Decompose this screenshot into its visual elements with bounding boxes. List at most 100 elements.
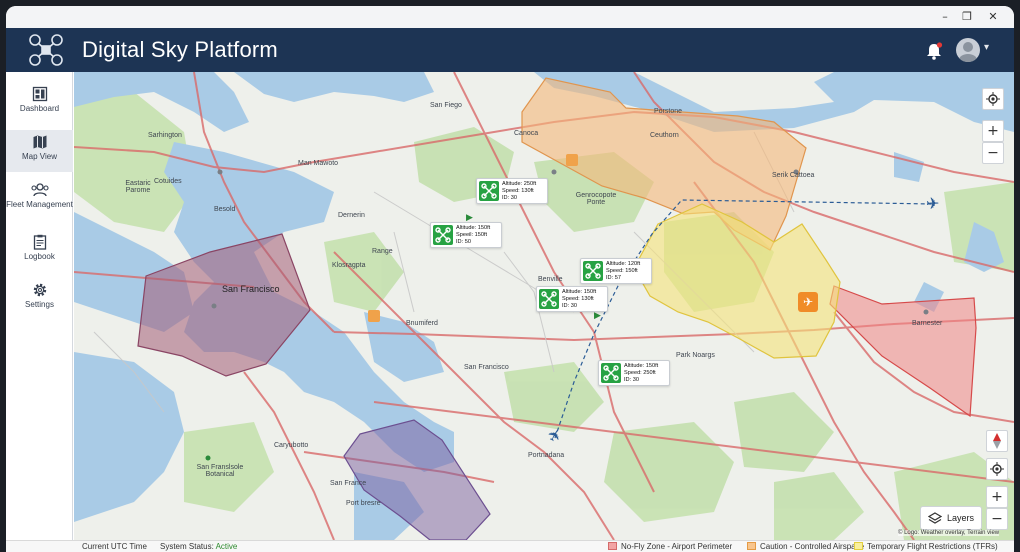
airport-marker-icon[interactable]	[368, 310, 380, 322]
airport-marker-icon[interactable]	[566, 154, 578, 166]
map-label: Canoca	[514, 130, 539, 137]
drone-id: ID: 30	[502, 195, 517, 201]
compass-button[interactable]	[986, 430, 1008, 452]
map-label: Eastaric Parome	[125, 180, 151, 194]
sidebar-item-label: Logbook	[24, 252, 55, 261]
drone-speed: Speed: 250ft	[624, 370, 656, 376]
map-label: Man Mawoto	[298, 160, 339, 167]
user-avatar[interactable]	[956, 38, 980, 62]
zoom-in-button[interactable]: +	[986, 486, 1008, 508]
drone-icon	[583, 261, 603, 281]
fleet-icon	[30, 183, 49, 197]
legend-label: No-Fly Zone - Airport Perimeter	[621, 542, 733, 551]
compass-icon	[993, 433, 1001, 449]
sidebar-item-map-view[interactable]: Map View	[6, 130, 73, 172]
recenter-button[interactable]	[986, 458, 1008, 480]
locate-button[interactable]	[982, 88, 1004, 110]
legend-label: Caution - Controlled Airspace	[760, 542, 865, 551]
legend-tfr: Temporary Flight Restrictions (TFRs)	[854, 542, 998, 551]
map-label: San Francisco	[464, 364, 509, 371]
map-label: Dernerin	[338, 212, 365, 219]
user-icon	[959, 42, 977, 62]
drone-speed: Speeil: 150ft	[456, 232, 488, 238]
map-label: Klosragpta	[332, 262, 366, 269]
drone-speed: Speed: 130ft	[562, 296, 594, 302]
zoom-in-button[interactable]: +	[982, 120, 1004, 142]
crosshair-icon	[986, 92, 1000, 106]
sidebar-item-label: Fleet Management	[6, 200, 73, 209]
sidebar: Dashboard Map View Fleet Management Logb…	[6, 72, 73, 540]
map-icon	[33, 135, 46, 149]
status-bar: Current UTC Time System Status: Active N…	[6, 540, 1014, 552]
close-button[interactable]: ✕	[982, 8, 1004, 26]
map-label: San Franslsole Botanical	[196, 464, 244, 478]
current-utc-time-label: Current UTC Time	[82, 542, 147, 551]
system-status: System Status: Active	[160, 542, 237, 551]
sidebar-item-settings[interactable]: Settings	[6, 278, 73, 320]
maximize-button[interactable]: ❐	[956, 8, 978, 26]
app-title: Digital Sky Platform	[82, 37, 278, 62]
app-header: Digital Sky Platform ▾	[6, 28, 1014, 72]
legend-swatch	[854, 542, 863, 550]
drone-id: ID: 57	[606, 275, 621, 281]
drone-altitude: Altitude: 120ft	[606, 261, 641, 267]
drone-telemetry-card[interactable]: Altitude: 150ft Speed: 250ft ID: 30	[598, 360, 670, 386]
map-label: Bnumiferd	[406, 320, 438, 327]
map-view[interactable]: ✈ ✈ ✈ ▶ ▶ San Fiego Porstone Canoca Ceut…	[74, 72, 1014, 540]
legend-caution: Caution - Controlled Airspace	[747, 542, 864, 551]
map-label: Range	[372, 248, 393, 255]
layers-button[interactable]: Layers	[920, 506, 982, 530]
drone-icon	[539, 289, 559, 309]
sidebar-item-label: Map View	[22, 152, 57, 161]
map-label: Serik Cattoea	[772, 172, 815, 179]
drone-logo-icon	[29, 34, 63, 66]
drone-id: ID: 50	[456, 239, 471, 245]
drone-icon	[433, 225, 453, 245]
drone-speed: Speed: 150ft	[606, 268, 638, 274]
drone-telemetry-card[interactable]: Altitude: 250ft Speed: 130ft ID: 30	[476, 178, 548, 204]
zoom-out-button[interactable]: −	[982, 142, 1004, 164]
airport-marker-icon[interactable]: ✈	[798, 292, 818, 312]
legend-swatch	[608, 542, 617, 550]
dashboard-icon	[32, 86, 47, 102]
drone-altitude: Altitude: 150ft	[624, 363, 659, 369]
map-label: Park Noargs	[676, 352, 715, 359]
map-label: Sarhington	[148, 132, 182, 139]
drone-telemetry-card[interactable]: Altitude: 150ft Speeil: 150ft ID: 50	[430, 222, 502, 248]
logbook-icon	[33, 234, 46, 250]
sidebar-item-fleet-management[interactable]: Fleet Management	[6, 178, 73, 224]
map-label: Genrocopote Ponte	[575, 192, 617, 206]
drone-telemetry-card[interactable]: Altitude: 150ft Speed: 130ft ID: 30	[536, 286, 608, 312]
map-label: Barnester	[912, 320, 943, 327]
map-label: Besold	[214, 206, 236, 213]
map-label: San France	[330, 480, 367, 487]
drone-speed: Speed: 130ft	[502, 188, 534, 194]
map-label: San Fiego	[430, 102, 462, 109]
sidebar-item-label: Dashboard	[19, 104, 60, 113]
map-label: Port bresre	[346, 500, 381, 507]
layers-label: Layers	[947, 513, 975, 523]
window-title-bar: – ❐ ✕	[6, 6, 1014, 28]
notification-bell-icon[interactable]	[924, 41, 944, 61]
gear-icon	[33, 283, 46, 297]
sidebar-item-dashboard[interactable]: Dashboard	[6, 82, 73, 124]
chevron-down-icon[interactable]: ▾	[984, 42, 989, 53]
zoom-out-button[interactable]: −	[986, 508, 1008, 530]
map-label: Porstone	[654, 108, 683, 115]
minimize-button[interactable]: –	[934, 8, 956, 26]
map-label: Portnadana	[528, 452, 565, 459]
airplane-icon[interactable]: ✈	[926, 194, 939, 213]
map-label: Benville	[538, 276, 563, 283]
map-label: Ceuthorn	[650, 132, 679, 139]
system-status-label: System Status:	[160, 542, 214, 551]
drone-telemetry-card[interactable]: Altitude: 120ft Speed: 150ft ID: 57	[580, 258, 652, 284]
map-label: San Francisco	[222, 284, 280, 294]
sidebar-item-logbook[interactable]: Logbook	[6, 230, 73, 272]
app-window: – ❐ ✕ Digital Sky Platform ▾ Dashboard M…	[6, 6, 1014, 552]
drone-altitude: Altitude: 250ft	[502, 181, 537, 187]
drone-id: ID: 30	[624, 377, 639, 383]
sidebar-item-label: Settings	[25, 300, 54, 309]
legend-no-fly: No-Fly Zone - Airport Perimeter	[608, 542, 732, 551]
drone-icon	[479, 181, 499, 201]
legend-label: Temporary Flight Restrictions (TFRs)	[867, 542, 998, 551]
